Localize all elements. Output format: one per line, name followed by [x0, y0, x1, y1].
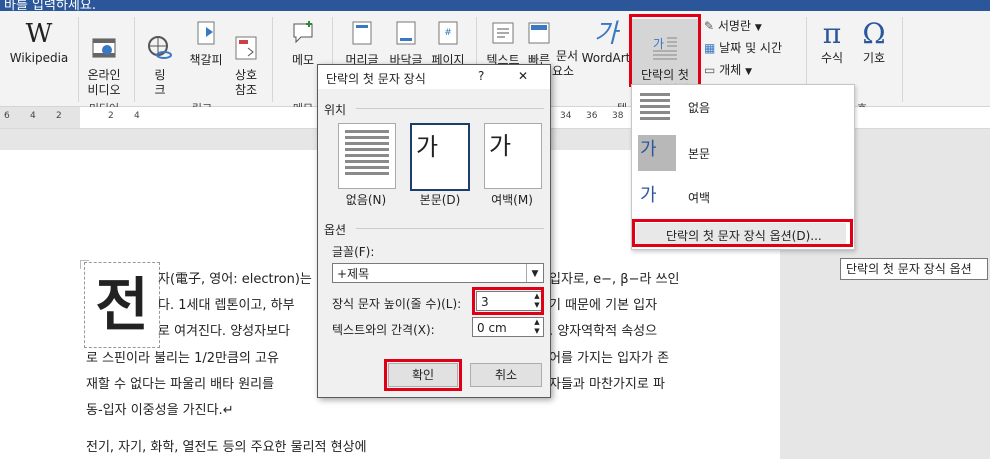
pi-icon: π	[822, 17, 842, 50]
options-section-label: 옵션	[324, 223, 347, 237]
footer-button[interactable]: 바닥글	[384, 19, 428, 68]
wordart-icon: 가	[594, 19, 618, 49]
signature-icon: ✎	[704, 19, 715, 33]
link-button[interactable]: 링 크	[140, 19, 180, 113]
doc-line-1: 자(電子, 영어: electron)는	[158, 272, 312, 287]
font-select[interactable]: +제목 ▼	[332, 263, 544, 283]
equation-button[interactable]: π 수식	[812, 19, 852, 66]
position-section-label: 위치	[324, 103, 347, 117]
doc-line-3-right: . 양자역학적 속성으	[549, 324, 658, 339]
doc-line-4: 로 스핀이라 불리는 1/2만큼의 고유	[86, 351, 279, 366]
quick-parts-icon	[528, 22, 550, 44]
lines-label: 장식 문자 높이(줄 수)(L):	[332, 297, 462, 311]
distance-label: 텍스트와의 간격(X):	[332, 323, 435, 337]
position-dropped-icon: 가	[416, 133, 439, 161]
bookmark-icon	[197, 21, 215, 45]
doc-line-2-right: 기 때문에 기본 입자	[549, 298, 658, 313]
distance-from-text-input[interactable]: 0 cm ▲ ▼	[472, 317, 544, 337]
doc-line-1-right: 입자로, e−, β−라 쓰인	[549, 272, 680, 287]
drop-cap-margin-icon: 가	[640, 185, 657, 206]
footer-icon	[396, 21, 416, 45]
cross-reference-button[interactable]: 상호 참조	[228, 19, 264, 113]
menu-item-margin[interactable]: 가 여백	[632, 175, 854, 219]
page-number-icon: #	[438, 21, 458, 45]
doc-line-3: 로 여겨진다. 양성자보다	[158, 324, 290, 339]
cross-reference-icon	[235, 36, 257, 60]
drop-cap-dialog: 단락의 첫 문자 장식 ? ✕ 위치 가 가 없음(N) 본문(D) 여백(M)…	[317, 64, 551, 398]
title-bar: 바를 입력하세요.	[0, 0, 990, 13]
tooltip: 단락의 첫 문자 장식 옵션	[840, 258, 988, 280]
drop-cap-button[interactable]: 가 단락의 첫 문자 장식	[632, 19, 698, 97]
position-none-icon	[345, 130, 389, 178]
cancel-button[interactable]: 취소	[470, 363, 542, 387]
text-box-button[interactable]: 텍스트	[482, 19, 524, 68]
ok-button[interactable]: 확인	[388, 363, 458, 387]
date-time-button[interactable]: ▦ 날짜 및 시간	[704, 41, 782, 56]
menu-item-options[interactable]: 단락의 첫 문자 장식 옵션(D)...	[636, 223, 846, 245]
comment-button[interactable]: 메모	[282, 19, 324, 68]
page-number-button[interactable]: # 페이지	[426, 19, 470, 68]
wikipedia-icon: W	[25, 19, 53, 49]
drop-cap-none-icon	[640, 93, 670, 123]
close-button[interactable]: ✕	[518, 69, 528, 83]
drop-cap-dropped-icon: 가	[638, 135, 676, 171]
wordart-button[interactable]: 가 WordArt	[580, 19, 632, 66]
position-margin-icon: 가	[489, 132, 512, 160]
position-margin-label: 여백(M)	[491, 193, 533, 207]
drop-cap-icon: 가	[653, 37, 677, 60]
video-icon	[92, 38, 116, 58]
object-button[interactable]: ▭ 개체 ▼	[704, 63, 752, 80]
menu-item-dropped[interactable]: 가 본문	[632, 131, 854, 175]
doc-line-6: 동-입자 이중성을 가진다.↵	[86, 403, 234, 418]
help-button[interactable]: ?	[478, 69, 484, 83]
doc-line-2: 다. 1세대 렙톤이고, 하부	[158, 298, 295, 313]
spinner-icon[interactable]: ▲ ▼	[531, 318, 543, 336]
symbol-button[interactable]: Ω 기호	[854, 19, 894, 66]
position-none-label: 없음(N)	[345, 193, 387, 207]
comment-icon	[293, 21, 313, 44]
doc-line-4-right: 어를 가지는 입자가 존	[549, 351, 670, 366]
position-none-option[interactable]	[338, 123, 396, 189]
header-icon	[352, 21, 372, 45]
doc-line-5-right: 자들과 마찬가지로 파	[549, 377, 665, 392]
font-label: 글꼴(F):	[332, 245, 375, 259]
chevron-down-icon: ▼	[745, 67, 753, 77]
lines-to-drop-input[interactable]: 3 ▲ ▼	[476, 291, 544, 311]
chevron-down-icon: ▼	[754, 23, 762, 33]
wikipedia-button[interactable]: W Wikipedia	[8, 19, 70, 66]
svg-text:#: #	[444, 28, 452, 38]
quick-parts-button[interactable]: 빠른	[524, 19, 554, 68]
position-dropped-option[interactable]: 가	[410, 123, 470, 191]
online-video-button[interactable]: 온라인 비디오	[82, 19, 126, 113]
object-icon: ▭	[704, 63, 716, 77]
drop-cap-menu: 없음 가 본문 가 여백 단락의 첫 문자 장식 옵션(D)...	[631, 84, 855, 250]
position-margin-option[interactable]: 가	[484, 123, 542, 189]
omega-icon: Ω	[862, 17, 886, 50]
spinner-icon[interactable]: ▲ ▼	[531, 292, 543, 310]
text-box-icon	[492, 22, 514, 44]
header-button[interactable]: 머리글	[340, 19, 384, 68]
position-dropped-label: 본문(D)	[419, 193, 461, 207]
menu-item-none[interactable]: 없음	[632, 85, 854, 129]
drop-cap-letter[interactable]: 전	[84, 262, 160, 348]
document-button[interactable]: 문서	[554, 49, 580, 64]
parts-button[interactable]: 요소	[550, 64, 576, 79]
svg-text:가: 가	[653, 37, 664, 51]
dialog-title-bar: 단락의 첫 문자 장식 ? ✕	[318, 65, 550, 89]
doc-line-5: 재할 수 없다는 파울리 배타 원리를	[86, 377, 275, 392]
calendar-icon: ▦	[704, 41, 716, 55]
bookmark-button[interactable]: 책갈피	[184, 19, 228, 68]
chevron-down-icon: ▼	[526, 264, 543, 282]
link-icon	[148, 36, 172, 59]
signature-line-button[interactable]: ✎ 서명란 ▼	[704, 19, 762, 36]
dialog-title: 단락의 첫 문자 장식	[326, 72, 426, 86]
doc-line-7: 전기, 자기, 화학, 열전도 등의 주요한 물리적 현상에	[86, 440, 367, 455]
